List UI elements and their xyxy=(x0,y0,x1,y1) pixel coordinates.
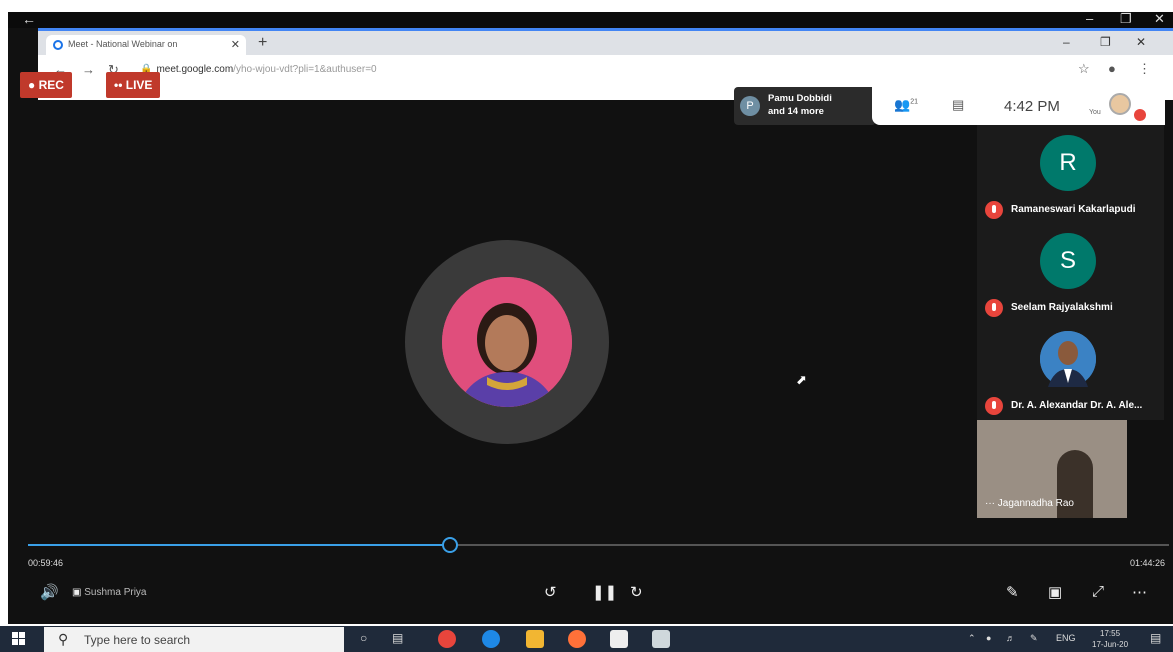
muted-icon xyxy=(985,299,1003,317)
seek-knob[interactable] xyxy=(442,537,459,553)
participant-photo xyxy=(1040,331,1096,387)
browser-menu-icon[interactable]: ⋮ xyxy=(1138,61,1151,77)
tab-title: Meet - National Webinar on xyxy=(68,39,178,49)
photos-icon[interactable] xyxy=(652,630,670,648)
meet-top-bar: 👥21 ▤ 4:42 PM You xyxy=(872,87,1165,125)
new-tab-icon[interactable]: + xyxy=(258,34,267,52)
participant-video-tile[interactable]: ··· Jagannadha Rao xyxy=(977,420,1127,518)
browser-restore-icon[interactable]: ❐ xyxy=(1100,35,1111,49)
taskbar-search-input[interactable]: ⚲ Type here to search xyxy=(44,627,344,652)
presenter-others: and 14 more xyxy=(768,106,824,117)
pen-icon[interactable]: ✎ xyxy=(1006,583,1019,601)
participant-name: Seelam Rajyalakshmi xyxy=(1011,302,1113,313)
network-icon[interactable]: ● xyxy=(986,633,991,643)
active-speaker-avatar xyxy=(442,277,572,407)
minimize-icon[interactable]: – xyxy=(1086,11,1093,26)
miniplayer-icon[interactable]: ▣ xyxy=(1048,583,1062,601)
tray-chevron-icon[interactable]: ⌃ xyxy=(968,633,976,644)
forward-30-icon[interactable]: ↻ xyxy=(630,583,643,601)
participant-avatar: S xyxy=(1040,233,1096,289)
rewind-10-icon[interactable]: ↺ xyxy=(544,583,557,601)
taskbar-date: 17-Jun-20 xyxy=(1092,640,1129,649)
more-options-icon[interactable]: ⋯ xyxy=(1132,583,1147,601)
restore-icon[interactable]: ❐ xyxy=(1120,11,1132,27)
rec-badge: ● REC xyxy=(20,72,72,98)
participant-name: ··· Jagannadha Rao xyxy=(985,498,1074,509)
tab-strip: Meet - National Webinar on ✕ + – ❐ ✕ xyxy=(38,31,1173,55)
live-label: LIVE xyxy=(125,78,153,92)
current-time: 00:59:46 xyxy=(28,558,64,568)
self-avatar xyxy=(1109,93,1131,115)
meet-clock: 4:42 PM xyxy=(1004,98,1060,115)
player-title-bar: ← – ❐ ✕ xyxy=(8,11,1173,28)
active-speaker-ring xyxy=(405,240,609,444)
back-arrow-icon[interactable]: ← xyxy=(22,11,36,27)
presenter-pill: P Pamu Dobbidi and 14 more xyxy=(734,87,876,125)
presenter-caption-name: Sushma Priya xyxy=(84,587,147,598)
mic-muted-icon xyxy=(1134,109,1146,121)
taskbar-time: 17:55 xyxy=(1100,629,1121,638)
pen-workspace-icon[interactable]: ✎ xyxy=(1030,633,1038,644)
language-indicator[interactable]: ENG xyxy=(1056,633,1076,643)
presenter-caption: ▣ Sushma Priya xyxy=(72,587,146,598)
presenter-avatar: P xyxy=(740,96,760,116)
live-badge: •• LIVE xyxy=(106,72,161,98)
total-time: 01:44:26 xyxy=(1129,558,1165,568)
task-view-icon[interactable]: ▤ xyxy=(392,631,403,645)
cortana-icon[interactable]: ○ xyxy=(360,631,367,645)
people-icon[interactable]: 👥21 xyxy=(894,97,918,113)
speaker-photo-icon xyxy=(442,277,572,407)
address-bar: ← → ↻ 🔒 meet.google.com/yho-wjou-vdt?pli=… xyxy=(38,55,1173,85)
volume-icon[interactable]: 🔊 xyxy=(40,583,59,601)
url-field[interactable]: 🔒 meet.google.com/yho-wjou-vdt?pli=1&auth… xyxy=(140,64,377,75)
participant-tile[interactable]: Dr. A. Alexandar Dr. A. Ale... xyxy=(977,321,1164,419)
mouse-cursor-icon: ⬈ xyxy=(796,372,807,387)
browser-minimize-icon[interactable]: – xyxy=(1063,35,1070,49)
pause-icon[interactable]: ❚❚ xyxy=(592,583,617,601)
participant-sidebar: R Ramaneswari Kakarlapudi S Seelam Rajya… xyxy=(977,125,1164,420)
browser-close-icon[interactable]: ✕ xyxy=(1136,35,1146,49)
muted-icon xyxy=(985,201,1003,219)
file-explorer-icon[interactable] xyxy=(526,630,544,648)
rec-label: REC xyxy=(38,78,64,92)
windows-start-icon[interactable] xyxy=(12,632,26,646)
screen: ← – ❐ ✕ Meet - National Webinar on ✕ + –… xyxy=(0,0,1173,652)
url-domain: meet.google.com xyxy=(156,64,234,75)
speaker-icon[interactable]: ♬ xyxy=(1006,633,1015,643)
screen-share-icon: ▣ xyxy=(72,587,82,598)
participant-name: Ramaneswari Kakarlapudi xyxy=(1011,204,1136,215)
seek-bar[interactable] xyxy=(28,537,1169,553)
muted-icon xyxy=(985,397,1003,415)
close-icon[interactable]: ✕ xyxy=(1154,11,1165,27)
participant-name: Dr. A. Alexandar Dr. A. Ale... xyxy=(1011,400,1143,411)
chat-icon[interactable]: ▤ xyxy=(952,97,964,113)
participant-avatar: R xyxy=(1040,135,1096,191)
video-player[interactable]: ← – ❐ ✕ Meet - National Webinar on ✕ + –… xyxy=(8,11,1173,624)
url-path: /yho-wjou-vdt?pli=1&authuser=0 xyxy=(233,64,377,75)
seek-bar-fill xyxy=(28,544,451,546)
person-photo-icon xyxy=(1040,331,1096,387)
meet-favicon-icon xyxy=(53,40,63,50)
notification-icon[interactable]: ▤ xyxy=(1150,631,1161,645)
chrome-icon[interactable] xyxy=(438,630,456,648)
you-label: You xyxy=(1089,109,1101,116)
firefox-icon[interactable] xyxy=(568,630,586,648)
profile-icon[interactable]: ● xyxy=(1108,61,1116,76)
edge-icon[interactable] xyxy=(482,630,500,648)
video-editor-icon[interactable] xyxy=(610,630,628,648)
participant-count: 21 xyxy=(910,98,918,106)
search-placeholder: Type here to search xyxy=(84,633,191,647)
bookmark-star-icon[interactable]: ☆ xyxy=(1078,61,1090,77)
presenter-name: Pamu Dobbidi xyxy=(768,93,832,104)
search-icon: ⚲ xyxy=(58,631,69,647)
participant-tile[interactable]: R Ramaneswari Kakarlapudi xyxy=(977,125,1164,223)
windows-taskbar: ⚲ Type here to search ○ ▤ ⌃ ● ♬ ✎ ENG 17… xyxy=(0,626,1173,652)
browser-forward-icon[interactable]: → xyxy=(82,62,95,77)
participant-tile[interactable]: S Seelam Rajyalakshmi xyxy=(977,223,1164,321)
tab-close-icon[interactable]: ✕ xyxy=(231,38,240,51)
taskbar-clock[interactable]: 17:55 17-Jun-20 xyxy=(1092,628,1128,650)
browser-tab[interactable]: Meet - National Webinar on ✕ xyxy=(46,35,246,55)
fullscreen-icon[interactable]: ⤢ xyxy=(1092,583,1104,600)
video-participant-name: Jagannadha Rao xyxy=(997,498,1074,509)
